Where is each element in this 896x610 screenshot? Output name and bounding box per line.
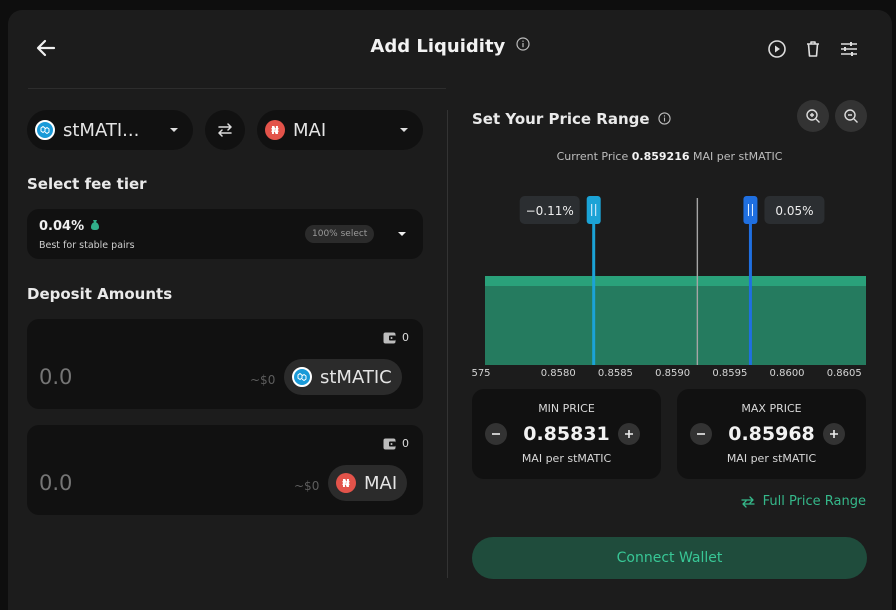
price-range-chart: −0.11% 0.05% 575 0.8580 0.8585 0.8590 0.8595 0.… bbox=[472, 196, 866, 379]
deposit-token-chip[interactable]: stMATIC bbox=[284, 359, 402, 395]
column-divider bbox=[447, 110, 448, 578]
header: Add Liquidity bbox=[8, 10, 892, 86]
current-price-unit: MAI per stMATIC bbox=[693, 150, 783, 163]
info-icon[interactable] bbox=[658, 112, 671, 125]
chevron-down-icon bbox=[400, 128, 408, 132]
chevron-down-icon bbox=[398, 232, 406, 236]
fee-select-badge: 100% select bbox=[305, 225, 375, 243]
balance-value: 0 bbox=[402, 331, 409, 344]
plus-icon bbox=[625, 430, 633, 438]
money-bag-icon bbox=[90, 220, 99, 230]
mai-logo-icon: ₦ bbox=[336, 473, 356, 493]
full-price-range-link[interactable]: Full Price Range bbox=[740, 494, 866, 509]
current-price: Current Price 0.859216 MAI per stMATIC bbox=[472, 150, 867, 163]
wallet-icon bbox=[383, 438, 396, 449]
deposit-token-name: stMATIC bbox=[320, 366, 392, 388]
connect-wallet-button[interactable]: Connect Wallet bbox=[472, 537, 867, 579]
swap-arrows-icon bbox=[218, 123, 232, 137]
stmatic-amount-input[interactable] bbox=[39, 365, 189, 389]
zoom-in-icon bbox=[806, 109, 820, 123]
fee-description: Best for stable pairs bbox=[39, 240, 135, 251]
min-price-handle[interactable] bbox=[586, 196, 601, 224]
wallet-icon bbox=[383, 332, 396, 343]
max-price-increase-button[interactable] bbox=[823, 423, 845, 445]
min-price-unit: MAI per stMATIC bbox=[521, 452, 612, 465]
usd-estimate: ~$0 bbox=[250, 373, 276, 387]
x-tick-label: 0.8605 bbox=[827, 368, 862, 379]
zoom-in-button[interactable] bbox=[797, 100, 829, 132]
mai-amount-input[interactable] bbox=[39, 471, 189, 495]
usd-estimate: ~$0 bbox=[294, 479, 320, 493]
max-price-handle[interactable] bbox=[743, 196, 758, 224]
header-divider bbox=[28, 88, 446, 89]
page-title-text: Add Liquidity bbox=[370, 36, 506, 57]
sliders-icon[interactable] bbox=[838, 38, 860, 60]
deposit-stmatic-box: 0 ~$0 stMATIC bbox=[27, 319, 423, 409]
mai-logo-icon: ₦ bbox=[265, 120, 285, 140]
fee-tier-dropdown[interactable]: 0.04% Best for stable pairs 100% select bbox=[27, 209, 423, 259]
min-price-label: MIN PRICE bbox=[538, 402, 595, 415]
page-title: Add Liquidity bbox=[8, 36, 892, 57]
info-icon[interactable] bbox=[515, 37, 530, 51]
token-a-name: stMATI... bbox=[63, 119, 140, 141]
token-b-name: MAI bbox=[293, 119, 327, 141]
wallet-balance: 0 bbox=[383, 437, 409, 450]
zoom-out-icon bbox=[844, 109, 858, 123]
trash-icon[interactable] bbox=[802, 38, 824, 60]
full-price-range-label: Full Price Range bbox=[762, 494, 866, 509]
fee-tier-label: Select fee tier bbox=[27, 175, 147, 193]
deposit-token-name: MAI bbox=[364, 472, 398, 494]
stmatic-logo-icon bbox=[35, 120, 55, 140]
token-a-selector[interactable]: stMATI... bbox=[27, 110, 193, 150]
min-price-increase-button[interactable] bbox=[618, 423, 640, 445]
max-price-unit: MAI per stMATIC bbox=[726, 452, 817, 465]
max-price-pct-label: 0.05% bbox=[775, 204, 813, 218]
current-price-value: 0.859216 bbox=[631, 150, 690, 163]
fee-percent-value: 0.04% bbox=[39, 219, 85, 234]
x-tick-label: 0.8585 bbox=[598, 368, 633, 379]
deposit-amounts-label: Deposit Amounts bbox=[27, 285, 173, 303]
price-range-title: Set Your Price Range bbox=[472, 110, 671, 128]
stmatic-logo-icon bbox=[292, 367, 312, 387]
min-price-pct-label: −0.11% bbox=[526, 204, 574, 218]
swap-tokens-button[interactable] bbox=[205, 110, 245, 150]
liquidity-area-top bbox=[485, 276, 866, 286]
swap-arrows-icon bbox=[740, 495, 755, 508]
max-price-label: MAX PRICE bbox=[741, 402, 802, 415]
min-price-box: MIN PRICE 0.85831 MAI per stMATIC bbox=[472, 389, 661, 479]
x-tick-label: 0.8600 bbox=[770, 368, 805, 379]
price-range-title-text: Set Your Price Range bbox=[472, 110, 650, 128]
fee-percent: 0.04% bbox=[39, 219, 101, 234]
deposit-token-chip[interactable]: ₦ MAI bbox=[328, 465, 408, 501]
chevron-down-icon bbox=[170, 128, 178, 132]
plus-icon bbox=[830, 430, 838, 438]
balance-value: 0 bbox=[402, 437, 409, 450]
current-price-label: Current Price bbox=[556, 150, 629, 163]
max-price-box: MAX PRICE 0.85968 MAI per stMATIC bbox=[677, 389, 866, 479]
x-tick-label: 0.8580 bbox=[541, 368, 576, 379]
token-b-selector[interactable]: ₦ MAI bbox=[257, 110, 423, 150]
x-tick-label: 0.8590 bbox=[655, 368, 690, 379]
liquidity-area bbox=[485, 276, 866, 365]
zoom-out-button[interactable] bbox=[835, 100, 867, 132]
deposit-mai-box: 0 ~$0 ₦ MAI bbox=[27, 425, 423, 515]
x-tick-label: 0.8595 bbox=[712, 368, 747, 379]
add-liquidity-modal: Add Liquidity stMATI... ₦ MAI Select fee… bbox=[8, 10, 892, 610]
wallet-balance: 0 bbox=[383, 331, 409, 344]
play-circle-icon[interactable] bbox=[766, 38, 788, 60]
x-tick-label: 575 bbox=[472, 368, 491, 379]
